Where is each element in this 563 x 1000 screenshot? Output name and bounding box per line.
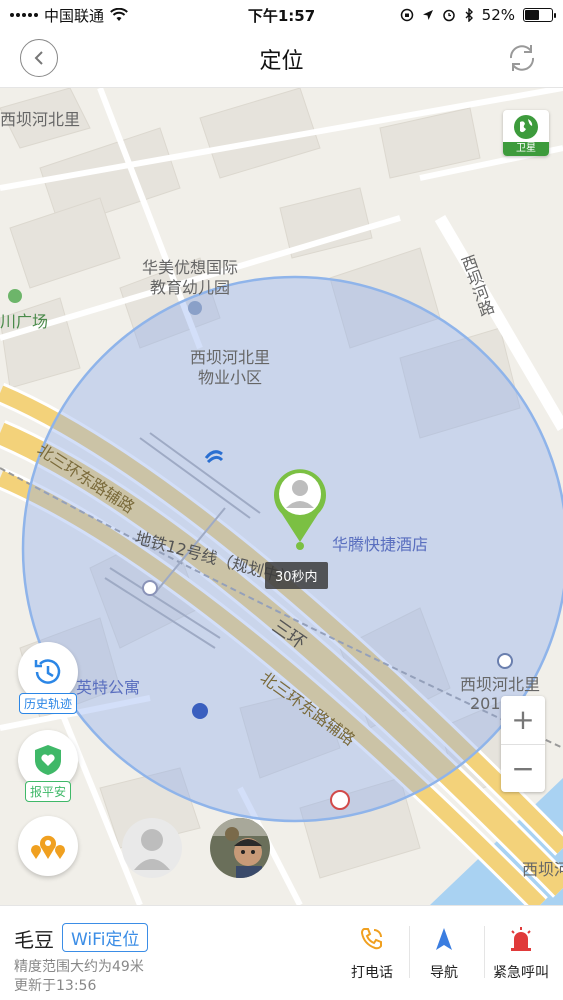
child-photo-avatar [210, 818, 270, 878]
map-label-hotel: 华腾快捷酒店 [332, 535, 429, 554]
refresh-button[interactable] [503, 39, 541, 77]
precision-text: 精度范围大约为49米 [14, 959, 144, 975]
telecom-poi-icon [204, 450, 224, 464]
nav-bar: 定位 [0, 30, 563, 88]
map-label-chuan-plaza: 川广场 [0, 312, 49, 331]
bottom-info-panel: 毛豆 WiFi定位 精度范围大约为49米 更新于13:56 打电话 导航 紧急呼… [0, 905, 563, 1000]
alarm-clock-icon [442, 9, 455, 22]
map-label-xiba-property-2: 物业小区 [198, 368, 263, 387]
signal-strength-icon [10, 13, 38, 17]
call-button[interactable]: 打电话 [334, 922, 410, 992]
zoom-controls: + − [501, 696, 545, 792]
bluetooth-icon [465, 8, 473, 22]
multi-pin-icon [31, 835, 65, 859]
emergency-call-button[interactable]: 紧急呼叫 [483, 922, 559, 992]
navigate-label: 导航 [430, 965, 458, 981]
carrier-name: 中国联通 [44, 6, 105, 25]
satellite-label: 卫星 [503, 142, 549, 156]
navigate-button[interactable]: 导航 [406, 922, 482, 992]
navigation-arrow-icon [436, 928, 452, 950]
alarm-siren-icon [511, 927, 531, 951]
map-label-huamei-1: 华美优想国际 [142, 258, 239, 277]
wifi-icon [110, 8, 128, 21]
location-arrow-icon [422, 10, 433, 20]
status-left: 中国联通 [10, 5, 128, 26]
pin-location-dot [296, 542, 304, 550]
battery-icon [523, 8, 556, 22]
battery-fill [525, 10, 539, 20]
report-safe-label: 报平安 [24, 781, 72, 802]
battery-percent: 52% [481, 6, 515, 24]
call-label: 打电话 [351, 965, 393, 981]
map-label-yingte: 英特公寓 [76, 678, 141, 697]
status-right: 52% [400, 6, 556, 24]
location-pin-icon[interactable] [270, 466, 330, 544]
history-track-button[interactable]: 历史轨迹 [18, 642, 78, 714]
location-type-badge: WiFi定位 [62, 923, 149, 952]
shield-heart-icon [35, 745, 61, 775]
map-label-201: 201 [470, 694, 501, 713]
map-label-huamei-2: 教育幼儿园 [150, 278, 231, 297]
satellite-toggle-button[interactable]: 卫星 [503, 110, 549, 156]
report-safe-button[interactable]: 报平安 [18, 730, 78, 802]
member-avatar-default[interactable] [122, 818, 182, 878]
refresh-icon [509, 45, 535, 71]
map-label-xiba-property-1: 西坝河北里 [190, 348, 271, 367]
page-title: 定位 [259, 48, 304, 74]
chevron-left-icon [34, 51, 43, 65]
orientation-lock-icon [400, 8, 413, 22]
map-label-xiba-right: 西坝河 [522, 860, 563, 879]
history-track-label: 历史轨迹 [18, 693, 78, 714]
update-time-tag: 30秒内 [265, 562, 328, 589]
history-clock-icon [34, 659, 61, 684]
default-avatar-icon [134, 829, 170, 870]
back-button[interactable] [20, 39, 58, 77]
map-label-xiba-north-2: 西坝河北里 [460, 675, 541, 694]
emergency-call-label: 紧急呼叫 [493, 965, 549, 981]
members-locations-button[interactable] [18, 816, 78, 876]
phone-icon [360, 928, 382, 950]
zoom-out-button[interactable]: − [501, 745, 545, 793]
status-bar: 中国联通 下午1:57 52% [0, 0, 563, 30]
updated-time-text: 更新于13:56 [14, 978, 97, 994]
member-avatar-photo[interactable] [210, 818, 270, 878]
globe-icon [514, 115, 538, 139]
map-view[interactable]: 西坝河北里 华美优想国际 教育幼儿园 川广场 西坝河路 西坝河北里 物业小区 北… [0, 88, 563, 905]
map-label-xiba-north: 西坝河北里 [0, 110, 81, 129]
member-name: 毛豆 [14, 928, 54, 952]
zoom-in-button[interactable]: + [501, 696, 545, 745]
